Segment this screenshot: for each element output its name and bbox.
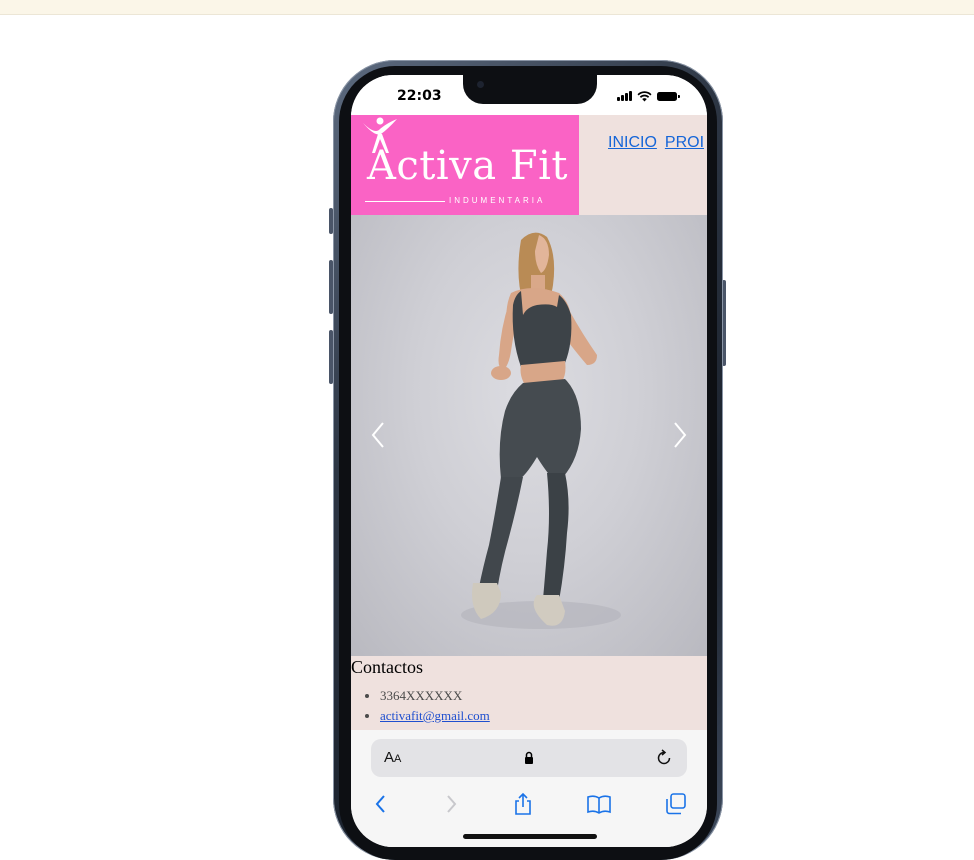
- nav-link-productos[interactable]: PROI: [665, 134, 704, 152]
- forward-icon[interactable]: [438, 791, 464, 817]
- contact-phone: 3364XXXXXX: [380, 686, 490, 706]
- safari-toolbar: AA: [351, 730, 707, 847]
- status-icons: [617, 90, 680, 102]
- text-size-button[interactable]: AA: [384, 749, 401, 766]
- contact-section: Contactos 3364XXXXXX activafit@gmail.com: [351, 656, 707, 730]
- phone-screen: 22:03 Activa Fit INDUMENTARIA INICIO PRO…: [351, 75, 707, 847]
- battery-icon: [657, 91, 680, 101]
- contact-list: 3364XXXXXX activafit@gmail.com: [351, 686, 490, 726]
- nav-link-inicio[interactable]: INICIO: [608, 134, 657, 152]
- logo-divider: [365, 201, 445, 202]
- reload-icon[interactable]: [654, 748, 674, 768]
- contact-email-link[interactable]: activafit@gmail.com: [380, 708, 490, 723]
- share-icon[interactable]: [510, 791, 536, 817]
- tabs-icon[interactable]: [663, 791, 689, 817]
- logo-subtitle: INDUMENTARIA: [449, 196, 546, 205]
- home-indicator: [463, 834, 597, 839]
- back-icon[interactable]: [368, 791, 394, 817]
- top-notification-strip: [0, 0, 974, 15]
- status-time: 22:03: [397, 88, 442, 104]
- notch: [463, 75, 597, 104]
- contact-email-item: activafit@gmail.com: [380, 706, 490, 726]
- carousel-next-icon[interactable]: [669, 420, 689, 450]
- main-nav: INICIO PROI: [608, 134, 704, 152]
- site-header: Activa Fit INDUMENTARIA INICIO PROI: [351, 115, 707, 215]
- wifi-icon: [637, 90, 652, 101]
- status-bar: 22:03: [351, 75, 707, 115]
- front-camera-icon: [477, 81, 484, 88]
- bookmarks-icon[interactable]: [586, 791, 612, 817]
- contact-heading: Contactos: [351, 657, 423, 677]
- logo-name: Activa Fit: [367, 143, 568, 189]
- text-size-small-letter: A: [394, 753, 402, 765]
- browser-nav-bar: [351, 788, 707, 818]
- address-bar[interactable]: AA: [371, 739, 687, 777]
- hero-carousel[interactable]: [351, 215, 707, 656]
- text-size-large-letter: A: [384, 749, 395, 766]
- lock-icon: [525, 751, 533, 764]
- hero-photo: [461, 232, 621, 629]
- cellular-signal-icon: [617, 91, 632, 101]
- carousel-prev-icon[interactable]: [369, 420, 389, 450]
- site-logo[interactable]: Activa Fit INDUMENTARIA: [351, 115, 579, 215]
